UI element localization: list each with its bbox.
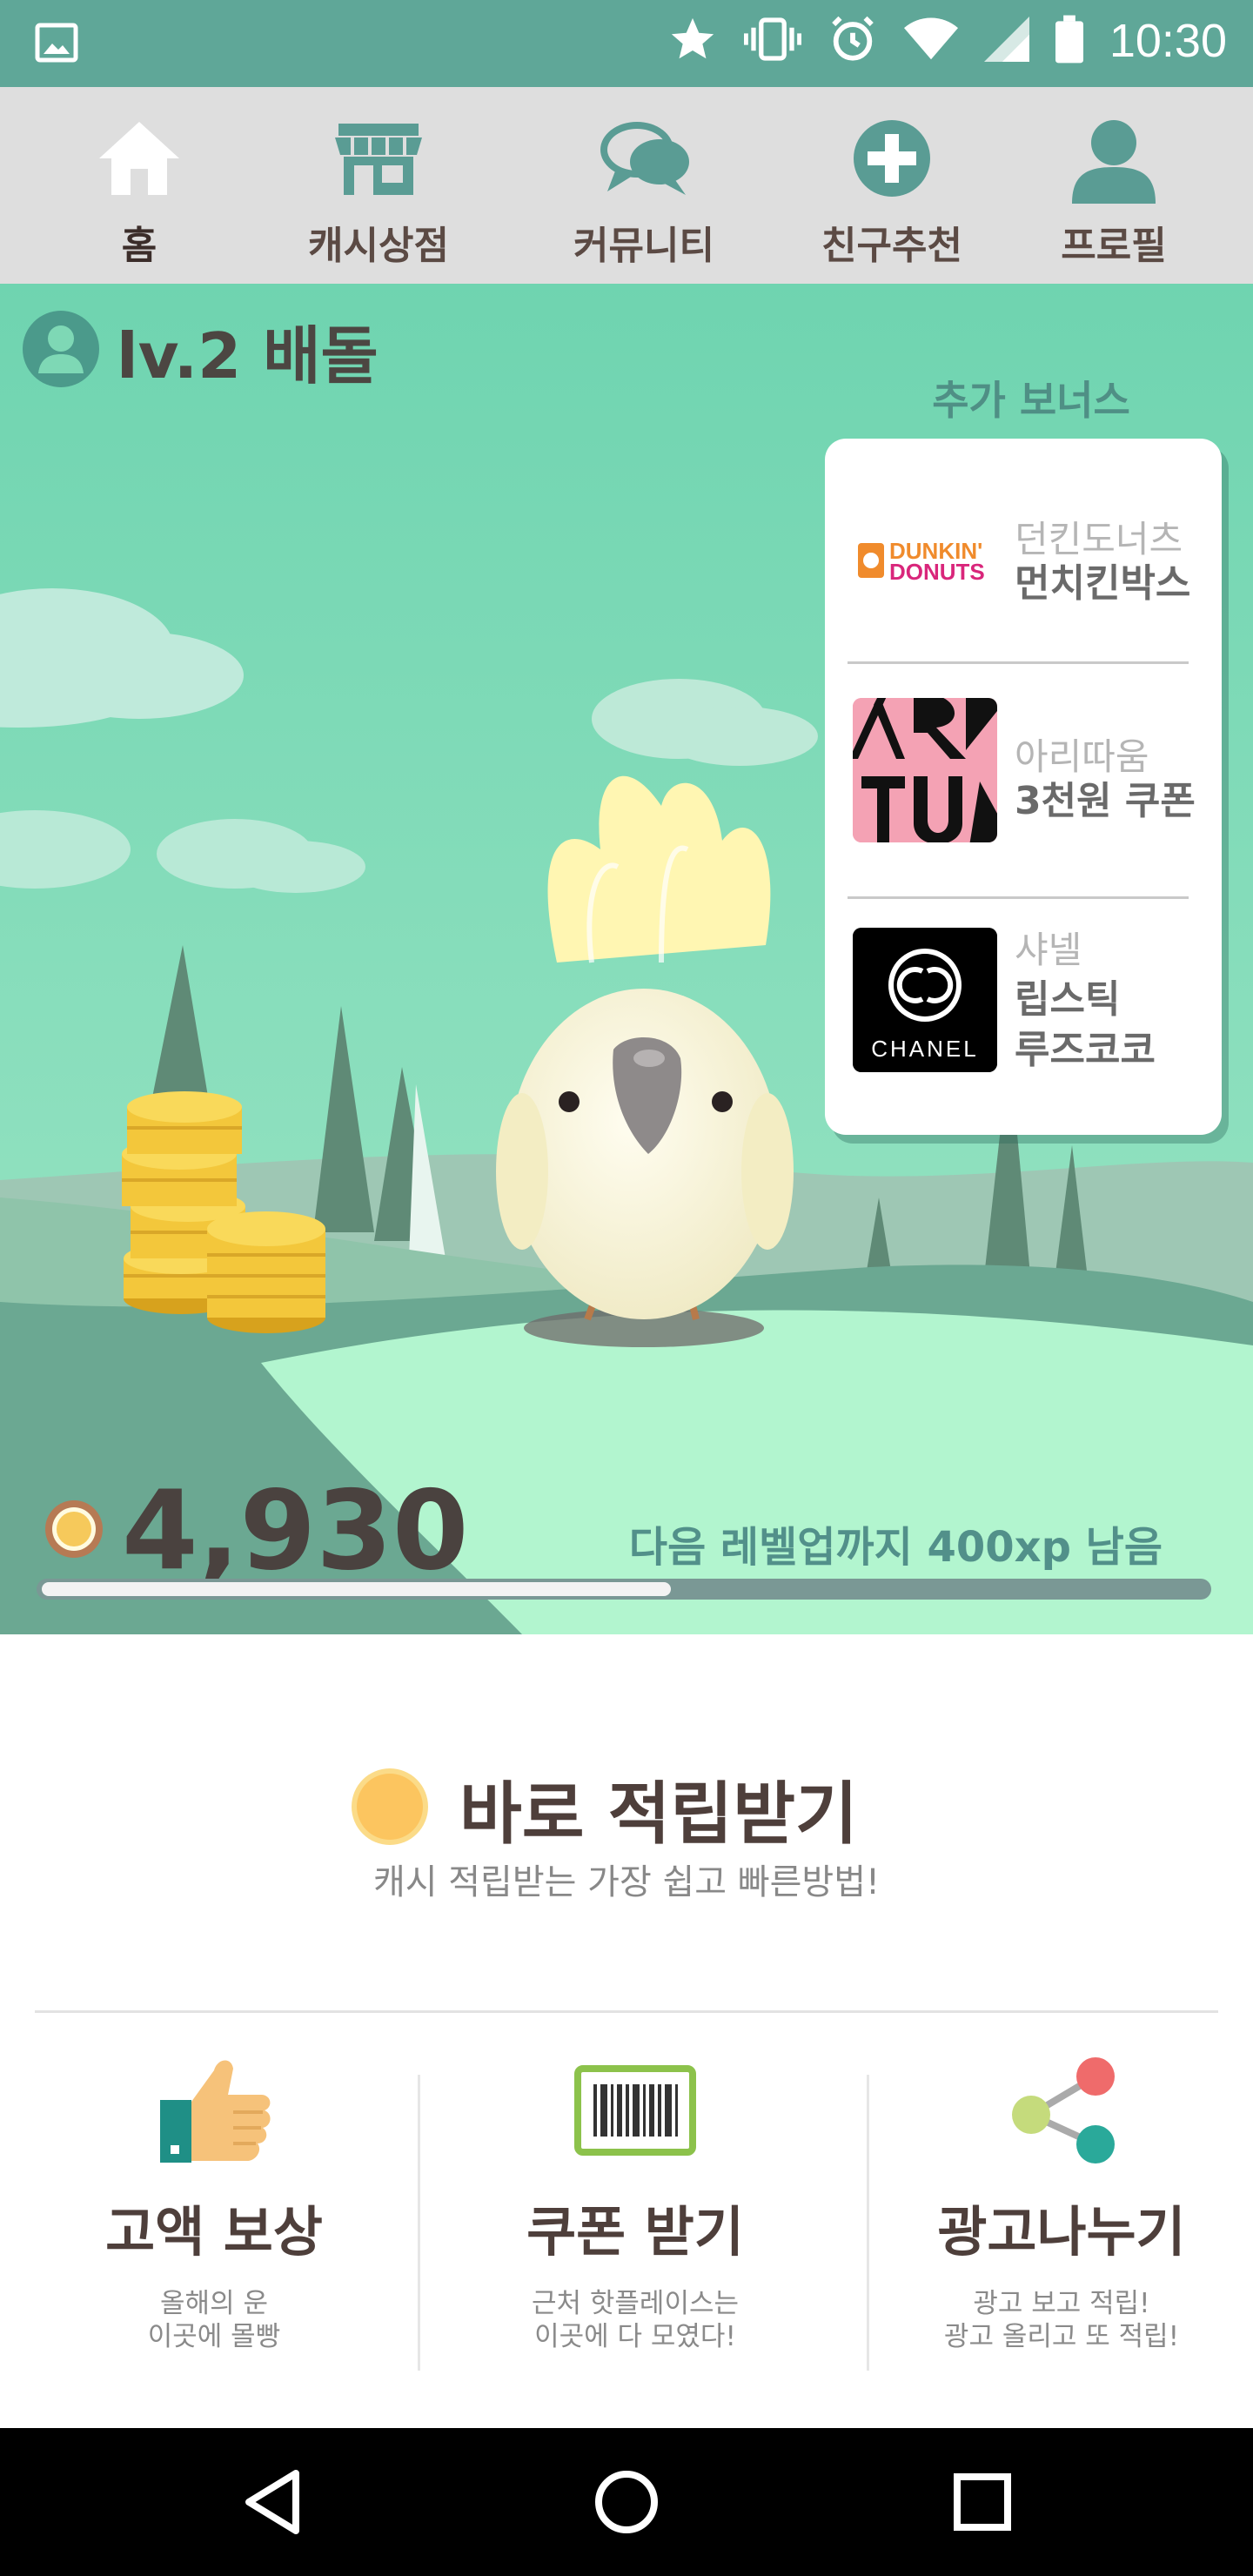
bonus-brand: 던킨도너츠	[1015, 518, 1183, 560]
aritaum-logo	[853, 698, 997, 842]
feature-desc-line1: 광고 보고 적립!	[973, 2288, 1150, 2319]
feature-title: 고액 보상	[105, 2200, 323, 2264]
star-icon	[667, 14, 718, 68]
status-time: 10:30	[1109, 15, 1227, 67]
feature-divider	[418, 2075, 420, 2371]
tab-friend-invite-label: 친구추천	[821, 224, 962, 268]
bonus-brand: 샤넬	[1015, 929, 1082, 971]
tab-profile-label: 프로필	[1061, 224, 1167, 268]
feature-divider	[867, 2075, 869, 2371]
tab-bar: 홈 캐시상점 커뮤니티 친구추천 프로필	[0, 87, 1253, 284]
xp-progress-fill	[42, 1582, 671, 1596]
profile-icon	[1069, 117, 1159, 207]
xp-remaining: 다음 레벨업까지 400xp 남음	[628, 1523, 1163, 1572]
tab-profile[interactable]: 프로필	[1035, 87, 1192, 284]
feature-desc: 광고 보고 적립! 광고 올리고 또 적립!	[879, 2287, 1244, 2353]
barcode-icon	[452, 2045, 818, 2176]
earn-subtitle: 캐시 적립받는 가장 쉽고 빠른방법!	[372, 1862, 881, 1902]
tab-community-label: 커뮤니티	[573, 224, 714, 268]
feature-share-ads[interactable]: 광고나누기 광고 보고 적립! 광고 올리고 또 적립!	[879, 2045, 1244, 2353]
coin-stack-small	[207, 1211, 325, 1333]
vibrate-icon	[743, 14, 802, 68]
alarm-icon	[828, 14, 878, 68]
bonus-divider	[848, 896, 1189, 899]
status-bar: 10:30	[0, 0, 1253, 87]
feature-title: 광고나누기	[937, 2200, 1186, 2264]
chanel-logo: CHANEL	[853, 928, 997, 1072]
tab-home-label: 홈	[121, 224, 157, 268]
bonus-title: 추가 보너스	[932, 377, 1130, 424]
feature-high-reward[interactable]: 고액 보상 올해의 운 이곳에 몰빵	[31, 2045, 397, 2353]
section-divider	[35, 2010, 1218, 2013]
bonus-product-line1: 립스틱	[1015, 977, 1121, 1022]
earn-title: 바로 적립받기	[459, 1775, 858, 1854]
user-level[interactable]: lv.2 배돌	[19, 305, 379, 396]
bonus-product: 먼치킨박스	[1015, 561, 1191, 606]
feature-desc-line1: 근처 핫플레이스는	[531, 2288, 739, 2319]
dunkin-logo: DUNKIN' DONUTS	[853, 487, 997, 632]
feature-desc-line2: 이곳에 다 모였다!	[534, 2321, 736, 2352]
thumbs-up-icon	[31, 2045, 397, 2176]
earn-header: 바로 적립받기	[350, 1760, 858, 1857]
bonus-card: DUNKIN' DONUTS 던킨도너츠 먼치킨박스 아리따움 3천원 쿠폰 C…	[825, 439, 1222, 1135]
feature-title: 쿠폰 받기	[526, 2200, 744, 2264]
gallery-notification-icon	[35, 23, 78, 66]
feature-get-coupon[interactable]: 쿠폰 받기 근처 핫플레이스는 이곳에 다 모였다!	[452, 2045, 818, 2353]
bonus-divider	[848, 661, 1189, 664]
bonus-product-line2: 루즈코코	[1015, 1028, 1156, 1072]
coin-icon	[350, 1767, 430, 1850]
home-nav-icon[interactable]	[587, 2463, 666, 2541]
chanel-logo-text: CHANEL	[871, 1036, 978, 1062]
feature-desc-line1: 올해의 운	[160, 2288, 268, 2319]
chat-icon	[595, 117, 693, 204]
feature-desc-line2: 이곳에 몰빵	[147, 2321, 281, 2352]
coin-value: 4,930	[122, 1466, 469, 1594]
hero-panel: lv.2 배돌 추가 보너스 DUNKIN' DONUTS 던킨도너츠 먼치킨박…	[0, 284, 1253, 1634]
battery-icon	[1055, 14, 1083, 68]
tab-cash-store[interactable]: 캐시상점	[278, 87, 479, 284]
feature-desc: 근처 핫플레이스는 이곳에 다 모였다!	[452, 2287, 818, 2353]
bonus-item-chanel[interactable]: CHANEL 샤넬 립스틱 루즈코코	[846, 916, 1203, 1124]
share-icon	[879, 2045, 1244, 2176]
xp-progress-bar	[37, 1579, 1211, 1600]
system-nav-bar	[0, 2428, 1253, 2576]
recents-icon[interactable]	[943, 2463, 1022, 2541]
home-icon	[94, 117, 184, 204]
bonus-brand: 아리따움	[1015, 735, 1149, 778]
tab-community[interactable]: 커뮤니티	[548, 87, 740, 284]
tab-friend-invite[interactable]: 친구추천	[792, 87, 992, 284]
coin-balance: 4,930	[44, 1476, 469, 1586]
plus-circle-icon	[850, 117, 934, 204]
bonus-item-dunkin[interactable]: DUNKIN' DONUTS 던킨도너츠 먼치킨박스	[846, 463, 1203, 654]
bonus-product: 3천원 쿠폰	[1015, 779, 1196, 823]
level-label: lv.2 배돌	[117, 319, 379, 392]
bonus-item-aritaum[interactable]: 아리따움 3천원 쿠폰	[846, 681, 1203, 889]
store-icon	[333, 117, 424, 204]
avatar-icon	[19, 307, 103, 394]
dunkin-logo-text-2: DONUTS	[889, 559, 985, 585]
tab-cash-store-label: 캐시상점	[308, 224, 449, 268]
feature-desc-line2: 광고 올리고 또 적립!	[943, 2321, 1180, 2352]
signal-icon	[983, 17, 1029, 65]
coin-icon	[44, 1499, 104, 1563]
tab-home[interactable]: 홈	[52, 87, 226, 284]
feature-desc: 올해의 운 이곳에 몰빵	[31, 2287, 397, 2353]
wifi-icon	[903, 17, 958, 65]
back-icon[interactable]	[235, 2463, 313, 2541]
